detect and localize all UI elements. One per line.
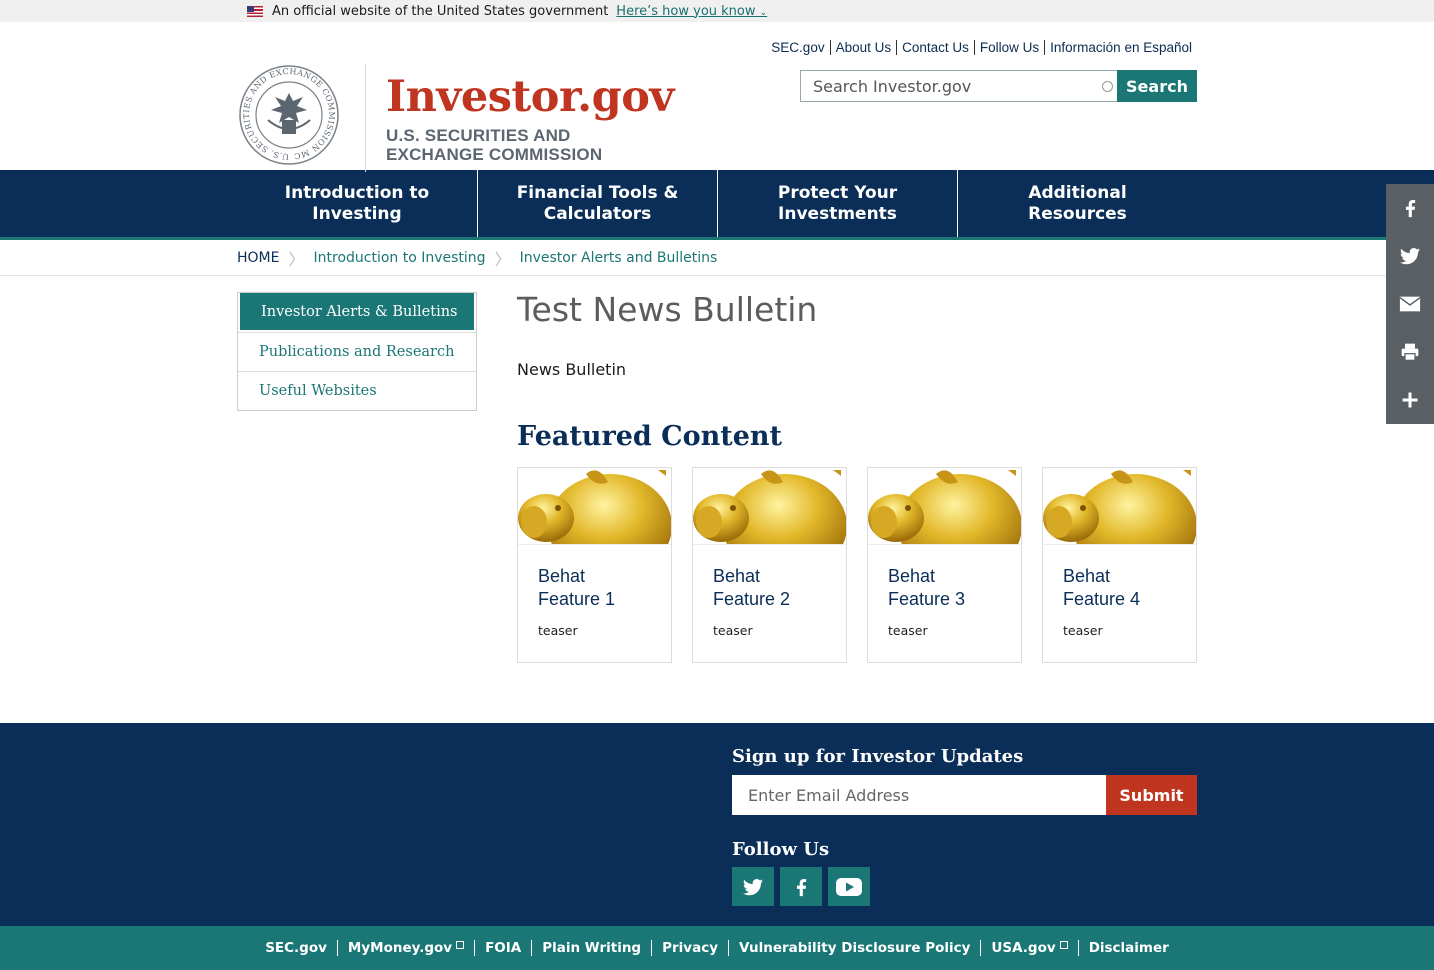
feature-card[interactable]: Behat Feature 3 teaser (867, 467, 1022, 663)
utility-nav: SEC.gov About Us Contact Us Follow Us In… (766, 40, 1192, 55)
plus-icon (1402, 392, 1418, 408)
facebook-icon (1405, 200, 1416, 218)
card-title[interactable]: Behat Feature 2 (693, 545, 846, 611)
utility-link-sec-gov[interactable]: SEC.gov (766, 40, 829, 55)
site-logo-subtitle: U.S. SECURITIES AND EXCHANGE COMMISSION (386, 126, 603, 164)
external-link-icon (456, 941, 465, 949)
piggy-bank-image (693, 468, 846, 545)
chevron-right-icon: 〉 (494, 249, 511, 269)
main-nav: Introduction to Investing Financial Tools… (0, 170, 1434, 240)
nav-additional-resources[interactable]: Additional Resources (957, 170, 1197, 237)
how-you-know-link[interactable]: Here’s how you know ⌄ (616, 4, 767, 19)
twitter-icon (742, 878, 764, 895)
share-twitter-button[interactable] (1386, 232, 1434, 280)
feature-card[interactable]: Behat Feature 4 teaser (1042, 467, 1197, 663)
share-print-button[interactable] (1386, 328, 1434, 376)
email-icon (1399, 296, 1421, 312)
print-icon (1401, 343, 1419, 361)
feature-card[interactable]: Behat Feature 2 teaser (692, 467, 847, 663)
footer-link-sec-gov[interactable]: SEC.gov (255, 940, 337, 956)
breadcrumb-introduction[interactable]: Introduction to Investing (314, 250, 486, 266)
sidebar-item-publications[interactable]: Publications and Research (238, 332, 476, 371)
footer-link-privacy[interactable]: Privacy (651, 940, 728, 956)
footer-links: SEC.gov MyMoney.gov FOIA Plain Writing P… (0, 926, 1434, 970)
youtube-icon (836, 877, 862, 896)
feature-card[interactable]: Behat Feature 1 teaser (517, 467, 672, 663)
logo-divider (365, 64, 366, 172)
piggy-bank-image (868, 468, 1021, 545)
sidebar-item-investor-alerts[interactable]: Investor Alerts & Bulletins (238, 293, 476, 332)
nav-introduction-to-investing[interactable]: Introduction to Investing (237, 170, 477, 237)
card-teaser: teaser (713, 623, 753, 638)
featured-content-heading: Featured Content (517, 421, 783, 452)
utility-link-follow-us[interactable]: Follow Us (973, 40, 1044, 55)
breadcrumb: HOME 〉 Introduction to Investing 〉 Inves… (0, 240, 1434, 276)
page-title: Test News Bulletin (517, 290, 818, 329)
card-title[interactable]: Behat Feature 1 (518, 545, 671, 611)
search-button[interactable]: Search (1117, 70, 1197, 102)
sidebar-nav: Investor Alerts & Bulletins Publications… (237, 292, 477, 411)
utility-link-about-us[interactable]: About Us (829, 40, 897, 55)
footer-twitter-button[interactable] (732, 867, 774, 906)
sidebar-item-useful-websites[interactable]: Useful Websites (238, 371, 476, 410)
utility-link-contact-us[interactable]: Contact Us (896, 40, 974, 55)
follow-us-heading: Follow Us (732, 839, 830, 860)
external-link-icon (1059, 941, 1068, 949)
footer-link-usa-gov[interactable]: USA.gov (980, 940, 1077, 956)
share-more-button[interactable] (1386, 376, 1434, 424)
page-subtitle: News Bulletin (517, 360, 627, 379)
footer-link-mymoney[interactable]: MyMoney.gov (336, 940, 474, 956)
site-footer: Sign up for Investor Updates Enter Email… (0, 723, 1434, 926)
nav-protect-investments[interactable]: Protect Your Investments (717, 170, 957, 237)
site-logo-title[interactable]: Investor.gov (386, 72, 674, 122)
card-teaser: teaser (538, 623, 578, 638)
twitter-icon (1399, 248, 1421, 265)
gov-banner: An official website of the United States… (0, 0, 1434, 22)
card-title[interactable]: Behat Feature 3 (868, 545, 1021, 611)
footer-facebook-button[interactable] (780, 867, 822, 906)
featured-cards: Behat Feature 1 teaser Behat Feature 2 tea… (517, 467, 1197, 663)
footer-link-vulnerability[interactable]: Vulnerability Disclosure Policy (728, 940, 980, 956)
share-email-button[interactable] (1386, 280, 1434, 328)
footer-link-disclaimer[interactable]: Disclaimer (1077, 940, 1179, 956)
facebook-icon (796, 878, 807, 896)
nav-financial-tools[interactable]: Financial Tools & Calculators (477, 170, 717, 237)
breadcrumb-current[interactable]: Investor Alerts and Bulletins (520, 250, 718, 266)
signup-heading: Sign up for Investor Updates (732, 746, 1024, 767)
chevron-down-icon: ⌄ (759, 7, 768, 18)
footer-link-plain-writing[interactable]: Plain Writing (531, 940, 651, 956)
card-teaser: teaser (888, 623, 928, 638)
piggy-bank-image (1043, 468, 1196, 545)
site-header: U.S. SECURITIES AND EXCHANGE COMMISSION … (0, 22, 1434, 172)
footer-link-foia[interactable]: FOIA (474, 940, 531, 956)
email-input[interactable]: Enter Email Address (732, 775, 1106, 815)
footer-youtube-button[interactable] (828, 867, 870, 906)
card-teaser: teaser (1063, 623, 1103, 638)
chevron-right-icon: 〉 (288, 249, 305, 269)
breadcrumb-home[interactable]: HOME (237, 250, 279, 266)
submit-button[interactable]: Submit (1106, 775, 1197, 815)
social-links (732, 867, 870, 906)
sec-seal-logo[interactable]: U.S. SECURITIES AND EXCHANGE COMMISSION … (238, 60, 340, 170)
loading-ring-icon (1102, 81, 1113, 92)
piggy-bank-image (518, 468, 671, 545)
utility-link-espanol[interactable]: Información en Español (1044, 40, 1192, 55)
search-form: Search Investor.gov Search (800, 70, 1197, 102)
share-toolbar (1386, 184, 1434, 424)
us-flag-icon (247, 5, 263, 17)
gov-banner-text: An official website of the United States… (272, 3, 609, 19)
share-facebook-button[interactable] (1386, 184, 1434, 232)
search-input[interactable]: Search Investor.gov (800, 70, 1117, 102)
card-title[interactable]: Behat Feature 4 (1043, 545, 1196, 611)
